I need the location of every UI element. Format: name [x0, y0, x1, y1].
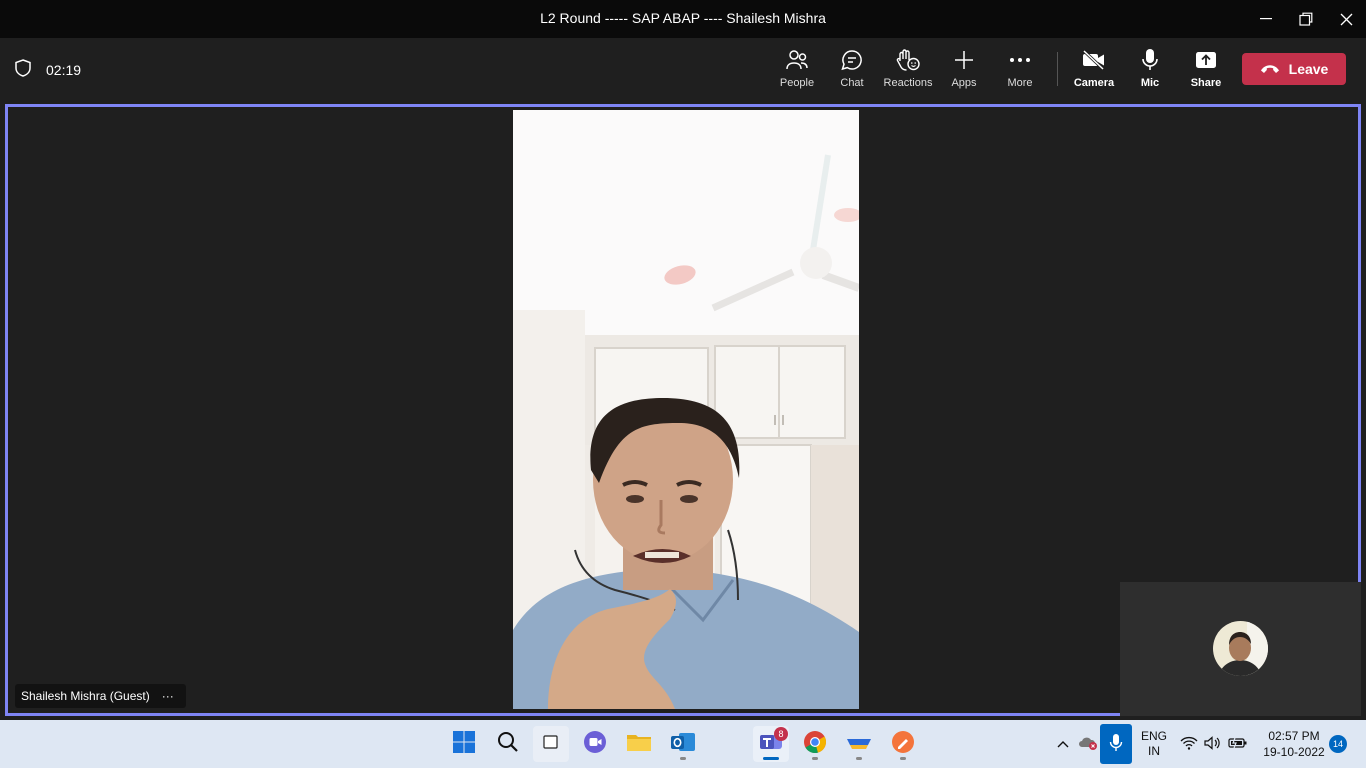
running-indicator — [812, 757, 818, 760]
minimize-button[interactable] — [1246, 0, 1286, 38]
running-indicator — [856, 757, 862, 760]
folder-icon — [626, 731, 652, 758]
video-chat-icon — [583, 730, 607, 759]
close-button[interactable] — [1326, 0, 1366, 38]
shield-icon — [14, 58, 32, 81]
start-button[interactable] — [446, 726, 482, 762]
teams-chat-taskbar-button[interactable] — [577, 726, 613, 762]
leave-label: Leave — [1288, 61, 1329, 77]
share-label: Share — [1190, 77, 1222, 89]
timer-text: 02:19 — [46, 61, 82, 78]
windows-logo-icon — [453, 730, 475, 758]
reactions-label: Reactions — [883, 77, 933, 89]
hand-emoji-icon — [895, 48, 921, 72]
camera-off-icon — [1081, 48, 1107, 72]
volume-icon — [1204, 735, 1222, 753]
restore-button[interactable] — [1286, 0, 1326, 38]
outlook-icon — [670, 730, 696, 759]
window-titlebar: L2 Round ----- SAP ABAP ---- Shailesh Mi… — [0, 0, 1366, 38]
meeting-toolbar: 02:19 People Chat Reactions Apps More Ca… — [0, 38, 1366, 102]
chevron-up-icon — [1057, 737, 1069, 751]
onedrive-status-button[interactable] — [1076, 720, 1100, 768]
more-label: More — [1007, 77, 1033, 89]
microphone-icon — [1109, 733, 1123, 756]
wifi-icon — [1180, 736, 1198, 753]
self-avatar — [1213, 621, 1268, 676]
language-switcher[interactable]: ENG IN — [1136, 720, 1172, 768]
mic-button[interactable]: Mic — [1122, 48, 1178, 96]
chrome-icon — [803, 730, 827, 759]
participant-more-button[interactable]: ··· — [162, 689, 174, 703]
running-indicator — [900, 757, 906, 760]
chat-button[interactable]: Chat — [824, 48, 880, 96]
mic-icon — [1140, 48, 1160, 72]
self-view-tile[interactable] — [1120, 582, 1361, 716]
battery-charging-icon — [1228, 737, 1248, 752]
mic-label: Mic — [1140, 77, 1160, 89]
participant-video-frame — [513, 110, 859, 709]
participant-name-tag: Shailesh Mishra (Guest) ··· — [15, 684, 186, 708]
people-label: People — [779, 77, 815, 89]
share-button[interactable]: Share — [1178, 48, 1234, 96]
chrome-button[interactable] — [797, 726, 833, 762]
more-dots-icon — [1009, 48, 1031, 72]
clock-button[interactable]: 02:57 PM 19-10-2022 — [1256, 720, 1332, 768]
clock-date: 19-10-2022 — [1263, 745, 1325, 759]
task-view-button[interactable] — [533, 726, 569, 762]
participant-video — [513, 110, 859, 709]
running-indicator — [680, 757, 686, 760]
pen-icon — [891, 730, 915, 759]
teams-button[interactable]: 8 — [753, 726, 789, 762]
teams-badge: 8 — [774, 727, 788, 741]
toolbar-divider — [1057, 52, 1058, 86]
language-code: ENG — [1140, 729, 1167, 743]
meeting-timer: 02:19 — [14, 58, 81, 81]
people-icon — [785, 48, 809, 72]
ruler-app-icon — [846, 731, 872, 758]
windows-taskbar: 8 ENG IN 02:57 PM 19-10-2022 14 — [0, 720, 1366, 768]
chat-label: Chat — [840, 77, 864, 89]
show-hidden-icons-button[interactable] — [1052, 720, 1074, 768]
clock-time: 02:57 PM — [1268, 729, 1320, 743]
plus-icon — [953, 48, 975, 72]
active-indicator — [763, 757, 779, 760]
task-view-icon — [542, 734, 560, 755]
notification-center-button[interactable]: 14 — [1328, 720, 1348, 768]
reactions-button[interactable]: Reactions — [880, 48, 936, 96]
quick-settings-button[interactable] — [1180, 720, 1248, 768]
apps-button[interactable]: Apps — [936, 48, 992, 96]
search-icon — [497, 731, 519, 758]
mic-in-use-button[interactable] — [1100, 724, 1132, 764]
region-code: IN — [1148, 744, 1160, 758]
hang-up-icon — [1260, 61, 1280, 77]
camera-label: Camera — [1073, 77, 1115, 89]
file-explorer-button[interactable] — [621, 726, 657, 762]
chat-icon — [840, 48, 864, 72]
search-button[interactable] — [490, 726, 526, 762]
outlook-button[interactable] — [665, 726, 701, 762]
leave-button[interactable]: Leave — [1242, 53, 1346, 85]
apps-label: Apps — [951, 77, 977, 89]
notification-count-badge: 14 — [1329, 735, 1347, 753]
cloud-error-icon — [1078, 735, 1098, 754]
app-taskbar-button[interactable] — [841, 726, 877, 762]
window-title: L2 Round ----- SAP ABAP ---- Shailesh Mi… — [540, 10, 826, 26]
participant-name: Shailesh Mishra (Guest) — [21, 689, 150, 703]
share-icon — [1194, 48, 1218, 72]
people-button[interactable]: People — [769, 48, 825, 96]
camera-button[interactable]: Camera — [1066, 48, 1122, 96]
more-button[interactable]: More — [992, 48, 1048, 96]
snipping-tool-button[interactable] — [885, 726, 921, 762]
